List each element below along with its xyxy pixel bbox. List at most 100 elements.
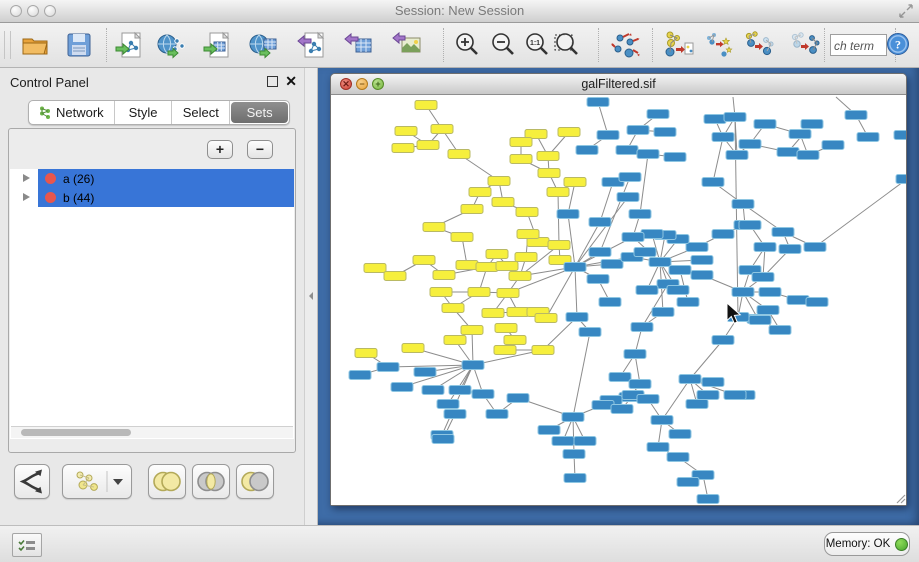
- graph-node-blue[interactable]: [587, 275, 609, 284]
- graph-node-blue[interactable]: [486, 410, 508, 419]
- graph-node-blue[interactable]: [704, 115, 726, 124]
- graph-node-blue[interactable]: [609, 373, 631, 382]
- graph-node-yellow[interactable]: [442, 304, 464, 313]
- graph-node-blue[interactable]: [654, 128, 676, 137]
- horizontal-scrollbar[interactable]: [11, 426, 293, 438]
- graph-node-blue[interactable]: [622, 233, 644, 242]
- network-graph[interactable]: [331, 95, 906, 505]
- graph-node-blue[interactable]: [801, 120, 823, 129]
- graph-node-yellow[interactable]: [494, 346, 516, 355]
- graph-node-blue[interactable]: [667, 286, 689, 295]
- graph-node-yellow[interactable]: [451, 233, 473, 242]
- graph-node-yellow[interactable]: [515, 253, 537, 262]
- graph-node-blue[interactable]: [651, 416, 673, 425]
- graph-node-blue[interactable]: [664, 153, 686, 162]
- graph-node-yellow[interactable]: [496, 262, 518, 271]
- graph-node-yellow[interactable]: [492, 198, 514, 207]
- search-field[interactable]: ch term: [830, 34, 887, 56]
- graph-node-yellow[interactable]: [558, 128, 580, 137]
- graph-node-blue[interactable]: [702, 178, 724, 187]
- graph-node-blue[interactable]: [686, 243, 708, 252]
- open-session-icon[interactable]: [20, 30, 50, 60]
- graph-node-blue[interactable]: [574, 437, 596, 446]
- graph-node-blue[interactable]: [647, 443, 669, 452]
- graph-edge[interactable]: [815, 179, 906, 247]
- task-history-button[interactable]: [12, 533, 42, 557]
- float-panel-icon[interactable]: [267, 76, 278, 87]
- graph-node-blue[interactable]: [724, 113, 746, 122]
- import-network-file-icon[interactable]: [114, 30, 144, 60]
- set-list-item[interactable]: a (26): [10, 169, 294, 188]
- graph-node-yellow[interactable]: [392, 144, 414, 153]
- graph-node-blue[interactable]: [822, 141, 844, 150]
- window-titlebar[interactable]: Session: New Session: [0, 0, 919, 23]
- graph-node-yellow[interactable]: [476, 263, 498, 272]
- graph-node-blue[interactable]: [629, 210, 651, 219]
- graph-node-blue[interactable]: [597, 131, 619, 140]
- canvas-resize-grip[interactable]: [897, 495, 905, 503]
- import-table-web-icon[interactable]: [248, 30, 278, 60]
- add-set-button[interactable]: +: [207, 140, 233, 159]
- expand-set-icon[interactable]: [23, 193, 30, 201]
- graph-node-blue[interactable]: [616, 146, 638, 155]
- graph-node-blue[interactable]: [712, 336, 734, 345]
- export-network-icon[interactable]: [296, 30, 326, 60]
- graph-node-blue[interactable]: [702, 378, 724, 387]
- graph-node-blue[interactable]: [739, 221, 761, 230]
- graph-node-blue[interactable]: [697, 495, 719, 504]
- resize-icon[interactable]: [899, 4, 913, 18]
- graph-node-blue[interactable]: [637, 395, 659, 404]
- graph-node-blue[interactable]: [636, 286, 658, 295]
- graph-node-blue[interactable]: [724, 391, 746, 400]
- graph-node-yellow[interactable]: [468, 288, 490, 297]
- zoom-in-icon[interactable]: [452, 30, 482, 60]
- graph-edge[interactable]: [575, 267, 577, 317]
- graph-node-blue[interactable]: [697, 391, 719, 400]
- graph-node-blue[interactable]: [599, 298, 621, 307]
- graph-node-yellow[interactable]: [564, 178, 586, 187]
- graph-node-blue[interactable]: [772, 228, 794, 237]
- graph-node-blue[interactable]: [579, 328, 601, 337]
- graph-node-blue[interactable]: [619, 173, 641, 182]
- union-sets-button[interactable]: [148, 464, 186, 499]
- graph-node-blue[interactable]: [732, 288, 754, 297]
- graph-node-blue[interactable]: [754, 120, 776, 129]
- graph-node-yellow[interactable]: [517, 230, 539, 239]
- graph-node-blue[interactable]: [437, 400, 459, 409]
- graph-node-blue[interactable]: [444, 410, 466, 419]
- new-network-from-selection-icon[interactable]: [664, 30, 694, 60]
- toolbar-drag-handle[interactable]: [4, 31, 11, 59]
- graph-node-blue[interactable]: [652, 308, 674, 317]
- graph-node-yellow[interactable]: [537, 152, 559, 161]
- graph-node-blue[interactable]: [564, 474, 586, 483]
- graph-node-blue[interactable]: [752, 273, 774, 282]
- set-list-item[interactable]: b (44): [10, 188, 294, 207]
- graph-node-blue[interactable]: [624, 350, 646, 359]
- graph-node-yellow[interactable]: [384, 272, 406, 281]
- graph-node-yellow[interactable]: [433, 271, 455, 280]
- graph-node-blue[interactable]: [634, 248, 656, 257]
- save-session-icon[interactable]: [64, 30, 94, 60]
- zoom-out-icon[interactable]: [488, 30, 518, 60]
- graph-node-blue[interactable]: [414, 368, 436, 377]
- graph-edge[interactable]: [546, 267, 575, 318]
- graph-node-blue[interactable]: [557, 210, 579, 219]
- graph-node-yellow[interactable]: [423, 223, 445, 232]
- graph-node-yellow[interactable]: [364, 264, 386, 273]
- graph-node-blue[interactable]: [679, 375, 701, 384]
- graph-node-blue[interactable]: [611, 405, 633, 414]
- export-image-icon[interactable]: [392, 30, 422, 60]
- graph-node-blue[interactable]: [562, 413, 584, 422]
- graph-node-blue[interactable]: [587, 98, 609, 107]
- graph-node-blue[interactable]: [564, 263, 586, 272]
- graph-node-blue[interactable]: [631, 323, 653, 332]
- graph-node-yellow[interactable]: [510, 138, 532, 147]
- graph-node-yellow[interactable]: [497, 289, 519, 298]
- graph-node-blue[interactable]: [677, 298, 699, 307]
- graph-node-blue[interactable]: [894, 131, 906, 140]
- graph-node-blue[interactable]: [712, 230, 734, 239]
- graph-node-yellow[interactable]: [532, 346, 554, 355]
- graph-node-blue[interactable]: [601, 260, 623, 269]
- graph-node-blue[interactable]: [589, 248, 611, 257]
- apply-layout-icon[interactable]: [610, 30, 640, 60]
